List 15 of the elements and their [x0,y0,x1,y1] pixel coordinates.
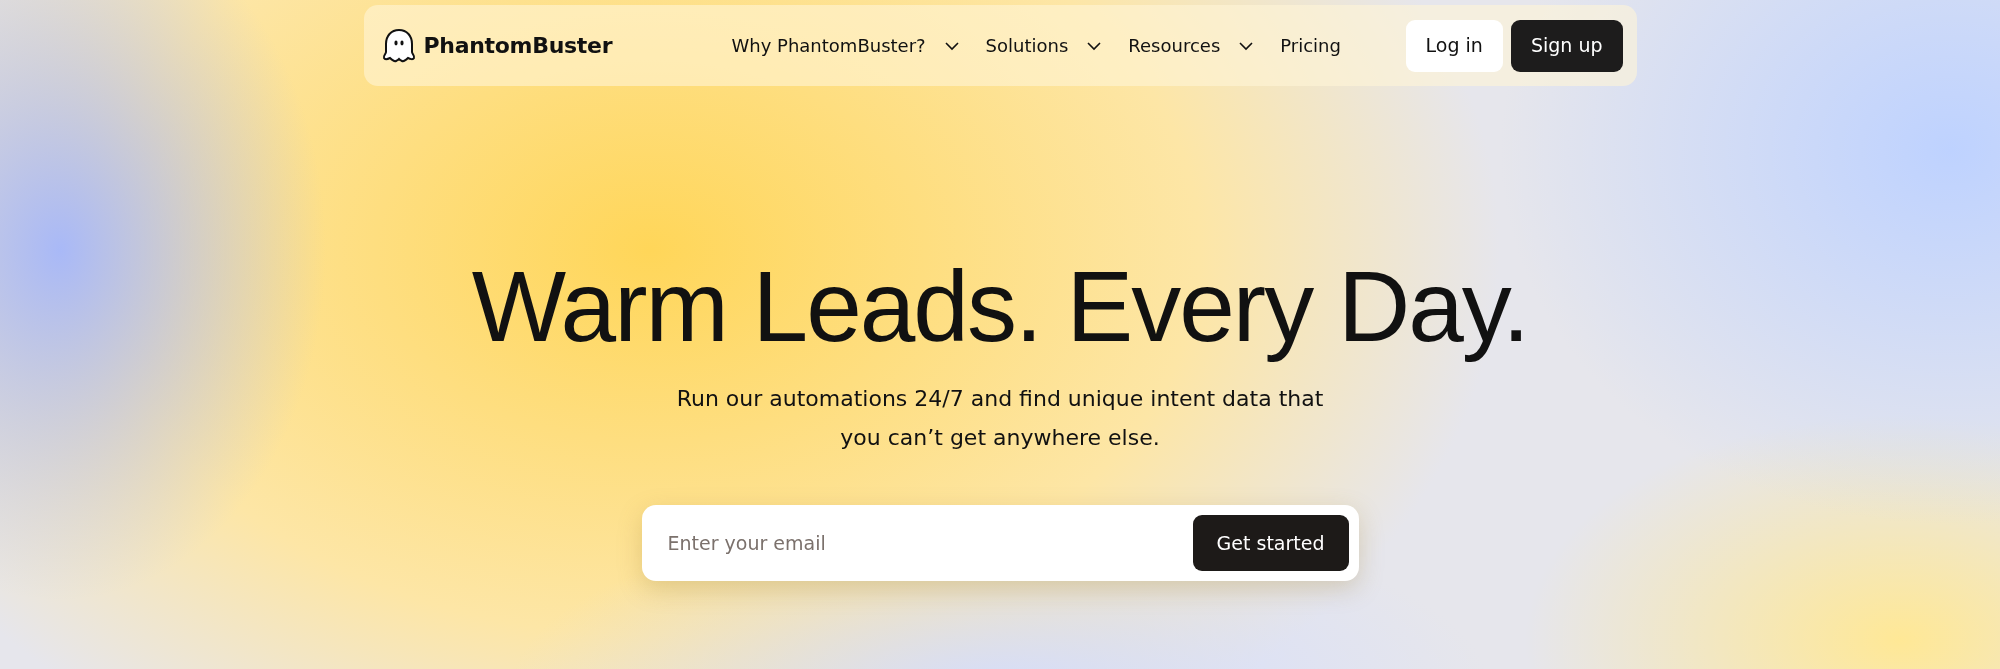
nav-link[interactable]: Pricing [1280,32,1341,59]
email-field[interactable]: Enter your email Get started [641,505,1359,581]
chevron-down-icon[interactable] [943,40,960,51]
nav-link[interactable]: Resources [1128,32,1221,59]
hero-headline: Warm Leads. Every Day. [471,251,1529,361]
nav-link[interactable]: Solutions [985,32,1069,59]
chevron-down-icon[interactable] [1086,40,1103,51]
log-in-button[interactable]: Log in [1405,19,1503,72]
get-started-button[interactable]: Get started [1192,515,1349,571]
hero-subtitle: Run our automations 24/7 and find unique intent data that you can’t get anywhere else. [675,385,1325,452]
ghost-logo-icon [381,27,416,64]
chevron-down-icon[interactable] [1238,40,1255,51]
sign-up-button[interactable]: Sign up [1510,19,1623,72]
nav-link[interactable]: Why PhantomBuster? [731,32,926,59]
brand-name[interactable]: PhantomBuster [423,29,613,62]
